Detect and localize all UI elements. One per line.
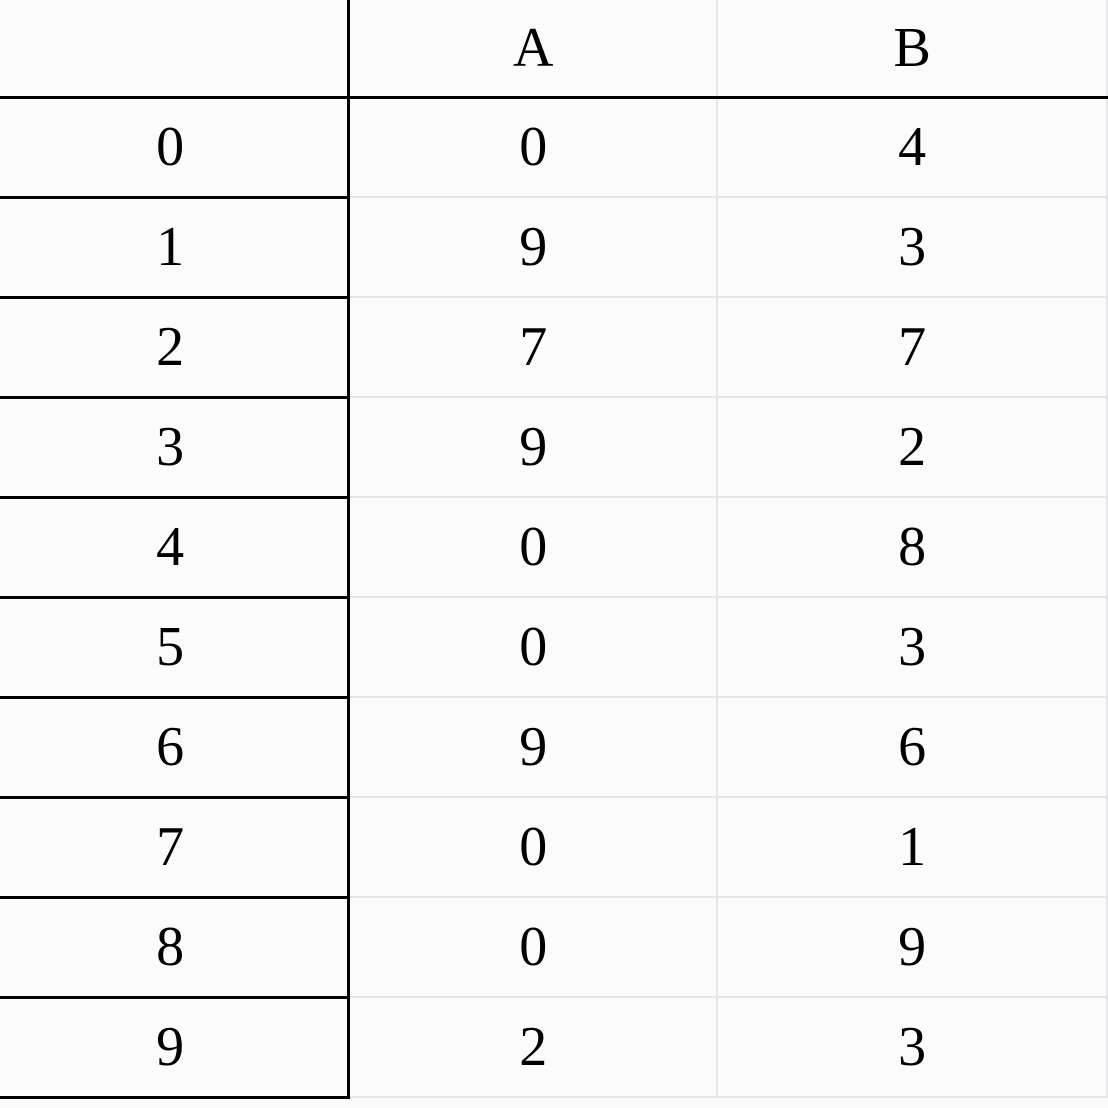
cell-a: 9 xyxy=(349,397,718,497)
cell-a: 9 xyxy=(349,697,718,797)
table-row: 9 2 3 xyxy=(0,997,1107,1097)
header-index xyxy=(0,0,349,97)
row-index: 3 xyxy=(0,397,349,497)
table-row: 7 0 1 xyxy=(0,797,1107,897)
cell-a: 0 xyxy=(349,597,718,697)
table-row: 4 0 8 xyxy=(0,497,1107,597)
table-row: 2 7 7 xyxy=(0,297,1107,397)
header-col-b: B xyxy=(717,0,1107,97)
table-row: 6 9 6 xyxy=(0,697,1107,797)
cell-b: 3 xyxy=(717,597,1107,697)
cell-b: 9 xyxy=(717,897,1107,997)
table-row: 0 0 4 xyxy=(0,97,1107,197)
cell-a: 0 xyxy=(349,797,718,897)
cell-a: 0 xyxy=(349,97,718,197)
cell-b: 3 xyxy=(717,997,1107,1097)
cell-b: 1 xyxy=(717,797,1107,897)
cell-a: 0 xyxy=(349,497,718,597)
table-row: 5 0 3 xyxy=(0,597,1107,697)
cell-a: 7 xyxy=(349,297,718,397)
cell-b: 4 xyxy=(717,97,1107,197)
table-row: 8 0 9 xyxy=(0,897,1107,997)
row-index: 1 xyxy=(0,197,349,297)
table-row: 1 9 3 xyxy=(0,197,1107,297)
cell-b: 2 xyxy=(717,397,1107,497)
table-row: 3 9 2 xyxy=(0,397,1107,497)
row-index: 2 xyxy=(0,297,349,397)
row-index: 4 xyxy=(0,497,349,597)
row-index: 9 xyxy=(0,997,349,1097)
row-index: 6 xyxy=(0,697,349,797)
table-header-row: A B xyxy=(0,0,1107,97)
cell-b: 6 xyxy=(717,697,1107,797)
cell-b: 3 xyxy=(717,197,1107,297)
row-index: 5 xyxy=(0,597,349,697)
row-index: 7 xyxy=(0,797,349,897)
cell-b: 8 xyxy=(717,497,1107,597)
cell-b: 7 xyxy=(717,297,1107,397)
row-index: 8 xyxy=(0,897,349,997)
cell-a: 2 xyxy=(349,997,718,1097)
data-table: A B 0 0 4 1 9 3 2 7 7 3 9 2 4 0 8 xyxy=(0,0,1108,1099)
cell-a: 9 xyxy=(349,197,718,297)
cell-a: 0 xyxy=(349,897,718,997)
row-index: 0 xyxy=(0,97,349,197)
header-col-a: A xyxy=(349,0,718,97)
